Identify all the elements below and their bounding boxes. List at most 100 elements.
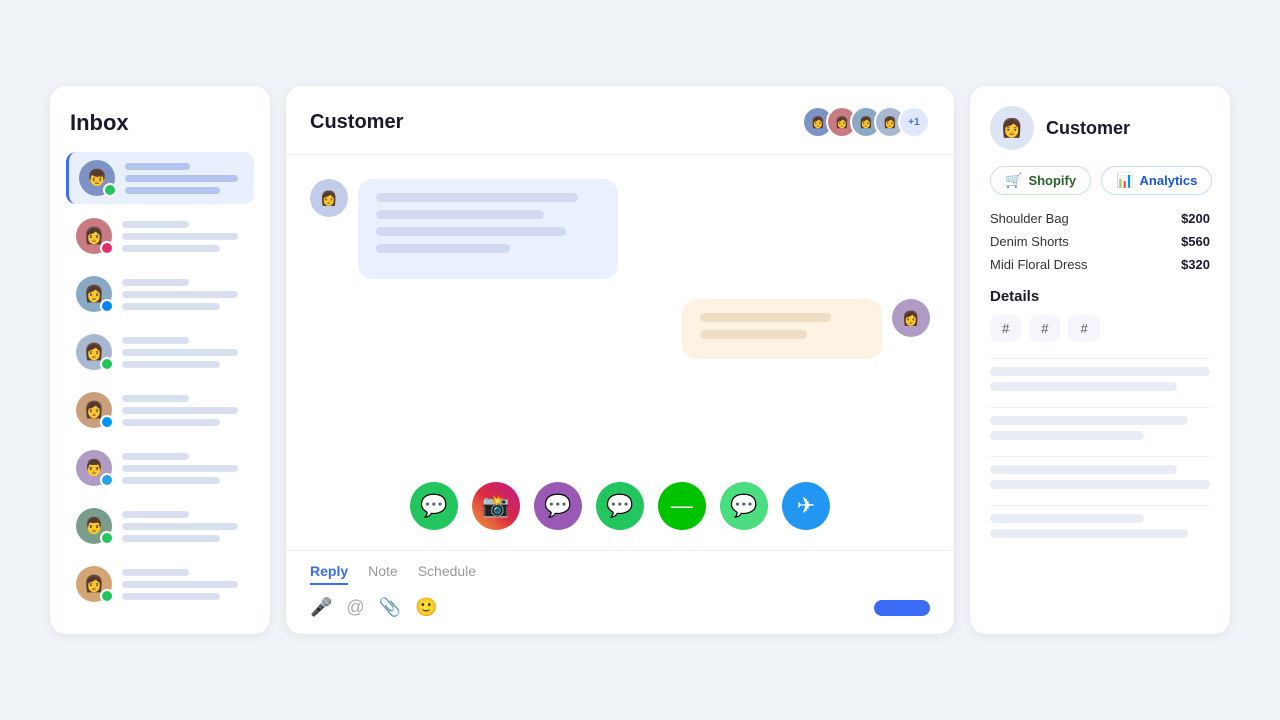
note-block-2 [990, 407, 1210, 448]
text-placeholder-line [122, 419, 220, 426]
customer-tabs: 🛒 Shopify 📊 Analytics [990, 166, 1210, 195]
inbox-text-lines [122, 221, 244, 252]
text-placeholder-line [122, 581, 238, 588]
inbox-item[interactable]: 👨 [66, 500, 254, 552]
inbox-panel: Inbox 👦 👩 👩 👩 👩 👨 👨 👩 [50, 86, 270, 634]
avatar-wrap: 👩 [76, 334, 112, 370]
customer-avatar: 👩 [990, 106, 1034, 150]
emoji-icon[interactable]: 🙂 [415, 597, 437, 618]
inbox-text-lines [122, 279, 244, 310]
platform-badge [103, 183, 117, 197]
inbox-item[interactable]: 👩 [66, 326, 254, 378]
channel-icon-sms[interactable]: 💬 [720, 482, 768, 530]
avatar-group: 👩👩👩👩+1 [802, 106, 930, 138]
orders-list: Shoulder Bag$200 Denim Shorts $560 Midi Flo… [990, 211, 1210, 272]
note-line [990, 382, 1177, 391]
note-line [990, 431, 1144, 440]
text-placeholder-line [122, 349, 238, 356]
reply-tabs: Reply Note Schedule [310, 563, 930, 585]
tab-note[interactable]: Note [368, 563, 398, 585]
analytics-tab[interactable]: 📊 Analytics [1101, 166, 1212, 195]
conv-header: Customer 👩👩👩👩+1 [286, 86, 954, 155]
tab-reply[interactable]: Reply [310, 563, 348, 585]
note-block-1 [990, 358, 1210, 399]
note-line [990, 529, 1188, 538]
platform-badge [100, 357, 114, 371]
text-placeholder-line [122, 361, 220, 368]
order-item-name: Midi Floral Dress [990, 257, 1088, 272]
inbox-item[interactable]: 👩 [66, 268, 254, 320]
inbox-item[interactable]: 👨 [66, 442, 254, 494]
inbox-list: 👦 👩 👩 👩 👩 👨 👨 👩 [66, 152, 254, 610]
text-placeholder-line [125, 187, 220, 194]
details-title: Details [990, 288, 1210, 305]
inbox-title: Inbox [66, 110, 254, 136]
avatar-wrap: 👩 [76, 218, 112, 254]
channel-icon-telegram[interactable]: ✈ [782, 482, 830, 530]
order-price: $560 [1181, 234, 1210, 249]
channel-icon-line[interactable]: — [658, 482, 706, 530]
outgoing-bubble [682, 299, 882, 359]
text-placeholder-line [122, 303, 220, 310]
order-row: Midi Floral Dress$320 [990, 257, 1210, 272]
text-placeholder-line [125, 163, 190, 170]
platform-badge [100, 531, 114, 545]
detail-tag[interactable]: # [1029, 315, 1060, 342]
conversation-title: Customer [310, 111, 403, 134]
text-placeholder-line [122, 221, 189, 228]
details-tags: # # # [990, 315, 1210, 342]
avatar-wrap: 👩 [76, 276, 112, 312]
order-item-name: Denim Shorts [990, 234, 1069, 249]
inbox-text-lines [122, 569, 244, 600]
avatar-wrap: 👩 [76, 392, 112, 428]
message-incoming: 👩 [310, 179, 930, 279]
order-item-name: Shoulder Bag [990, 211, 1069, 226]
send-button[interactable] [874, 600, 930, 616]
inbox-text-lines [125, 163, 244, 194]
shopify-label: Shopify [1028, 173, 1076, 188]
text-placeholder-line [122, 465, 238, 472]
conversation-panel: Customer 👩👩👩👩+1 👩 [286, 86, 954, 634]
text-placeholder-line [122, 477, 220, 484]
text-placeholder-line [122, 407, 238, 414]
reply-actions: 🎤 @ 📎 🙂 [310, 597, 930, 618]
channel-icon-messenger[interactable]: 💬 [534, 482, 582, 530]
sender-avatar: 👩 [310, 179, 348, 217]
inbox-item[interactable]: 👩 [66, 558, 254, 610]
inbox-item[interactable]: 👦 [66, 152, 254, 204]
text-placeholder-line [122, 291, 238, 298]
messages-area: 👩 👩 [286, 155, 954, 470]
order-row: Denim Shorts $560 [990, 234, 1210, 249]
tab-schedule[interactable]: Schedule [418, 563, 476, 585]
channel-icon-instagram[interactable]: 📸 [472, 482, 520, 530]
detail-tag[interactable]: # [1068, 315, 1099, 342]
customer-notes [990, 358, 1210, 618]
channel-icon-wechat[interactable]: 💬 [596, 482, 644, 530]
text-placeholder-line [122, 395, 189, 402]
detail-tag[interactable]: # [990, 315, 1021, 342]
inbox-item[interactable]: 👩 [66, 210, 254, 262]
analytics-icon: 📊 [1116, 172, 1133, 189]
platform-badge [100, 241, 114, 255]
attachment-icon[interactable]: 📎 [379, 597, 401, 618]
incoming-bubble [358, 179, 618, 279]
order-row: Shoulder Bag$200 [990, 211, 1210, 226]
text-placeholder-line [122, 569, 189, 576]
channel-icon-whatsapp[interactable]: 💬 [410, 482, 458, 530]
details-section: Details # # # [990, 288, 1210, 342]
agent-avatar: 👩 [892, 299, 930, 337]
platform-badge [100, 473, 114, 487]
note-block-4 [990, 505, 1210, 546]
analytics-label: Analytics [1140, 173, 1198, 188]
note-line [990, 367, 1210, 376]
text-placeholder-line [122, 279, 189, 286]
avatar-wrap: 👦 [79, 160, 115, 196]
text-placeholder-line [122, 337, 189, 344]
channel-icons-row: 💬 📸 💬 💬 — 💬 ✈ [286, 470, 954, 550]
note-block-3 [990, 456, 1210, 497]
mention-icon[interactable]: @ [346, 597, 364, 618]
microphone-icon[interactable]: 🎤 [310, 597, 332, 618]
avatar-wrap: 👩 [76, 566, 112, 602]
shopify-tab[interactable]: 🛒 Shopify [990, 166, 1091, 195]
inbox-item[interactable]: 👩 [66, 384, 254, 436]
